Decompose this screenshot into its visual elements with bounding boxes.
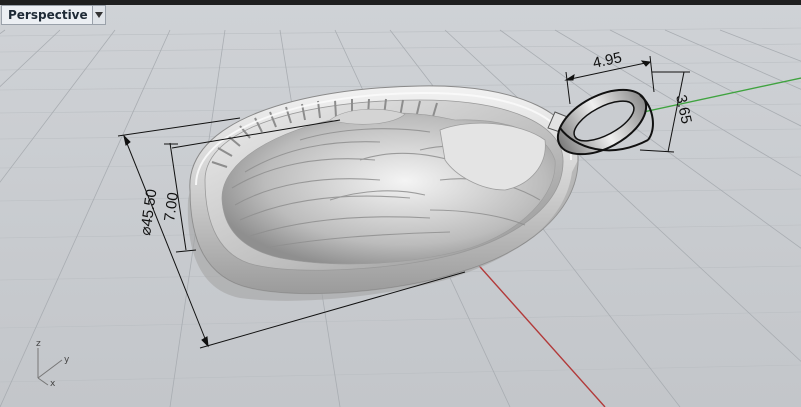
axis-triad: z y x bbox=[36, 339, 70, 389]
pendant-diameter-label: ⌀45.50 bbox=[137, 188, 160, 236]
perspective-viewport[interactable]: 4.95 3.65 ⌀45.50 7.00 z y x Perspective bbox=[0, 0, 801, 407]
bail-height-label: 3.65 bbox=[672, 93, 695, 125]
viewport-title-tab[interactable]: Perspective bbox=[1, 5, 106, 25]
pendant-model[interactable] bbox=[187, 85, 579, 301]
rim-height-label: 7.00 bbox=[161, 191, 182, 222]
dropdown-arrow-icon[interactable] bbox=[91, 6, 105, 24]
axis-z-label: z bbox=[36, 339, 41, 349]
axis-x-label: x bbox=[50, 379, 56, 389]
viewport-title[interactable]: Perspective bbox=[2, 6, 92, 24]
viewport-scene[interactable]: 4.95 3.65 ⌀45.50 7.00 z y x bbox=[0, 0, 801, 407]
axis-y-label: y bbox=[64, 355, 70, 365]
viewport-top-border bbox=[0, 0, 801, 5]
